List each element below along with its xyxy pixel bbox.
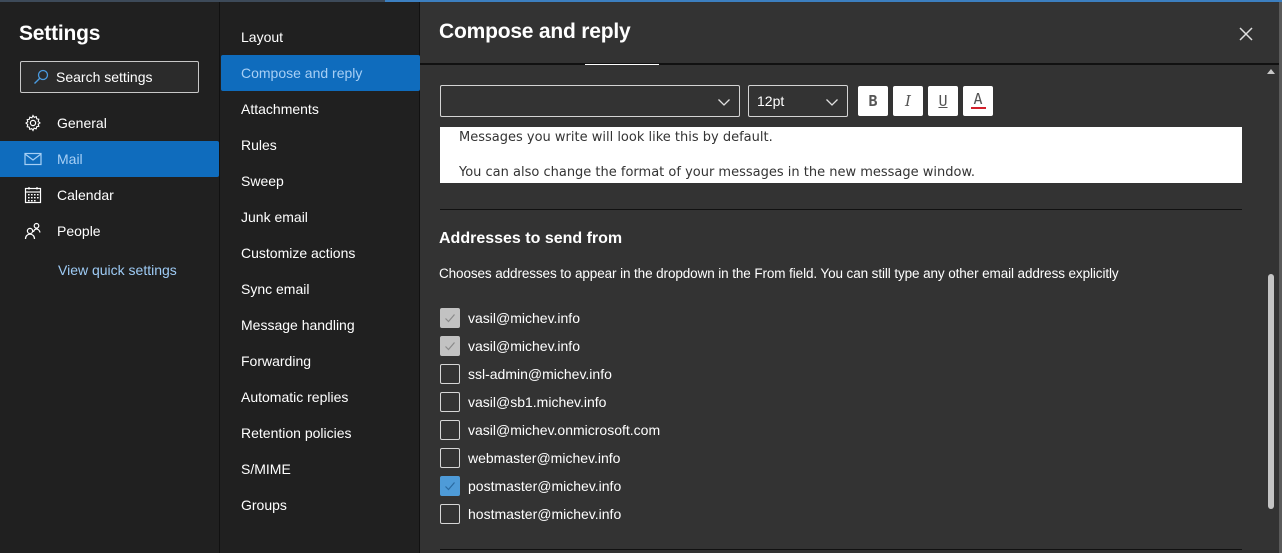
page-title: Compose and reply (439, 20, 631, 43)
subnav-item-smime[interactable]: S/MIME (221, 451, 420, 487)
checkbox[interactable] (440, 308, 460, 328)
section-divider (440, 209, 1242, 210)
address-checkbox-row[interactable]: postmaster@michev.info (440, 475, 621, 497)
underline-button[interactable]: U (928, 86, 958, 116)
address-checkbox-row[interactable]: ssl-admin@michev.info (440, 363, 612, 385)
nav-item-mail[interactable]: Mail (0, 141, 219, 177)
checkbox[interactable] (440, 504, 460, 524)
format-preview: Messages you write will look like this b… (440, 127, 1242, 183)
address-label: vasil@sb1.michev.info (468, 394, 607, 410)
address-checkbox-row[interactable]: vasil@michev.info (440, 335, 580, 357)
font-color-swatch (970, 107, 986, 109)
nav-item-label: Mail (57, 151, 83, 167)
mail-settings-nav: Layout Compose and reply Attachments Rul… (219, 2, 420, 553)
checkmark-icon (445, 314, 455, 323)
view-quick-settings-link[interactable]: View quick settings (58, 262, 177, 278)
address-label: ssl-admin@michev.info (468, 366, 612, 382)
checkbox[interactable] (440, 336, 460, 356)
address-label: vasil@michev.info (468, 310, 580, 326)
addresses-section-title: Addresses to send from (439, 230, 623, 247)
nav-item-label: People (57, 223, 101, 239)
addresses-section-description: Chooses addresses to appear in the dropd… (439, 266, 1119, 281)
address-checkbox-row[interactable]: vasil@michev.onmicrosoft.com (440, 419, 660, 441)
nav-item-people[interactable]: People (0, 213, 219, 249)
preview-line-1: Messages you write will look like this b… (459, 130, 773, 145)
address-checkbox-row[interactable]: webmaster@michev.info (440, 447, 620, 469)
font-family-dropdown[interactable] (440, 85, 740, 117)
subnav-item-message-handling[interactable]: Message handling (221, 307, 420, 343)
scrolled-element-edge (585, 64, 659, 65)
calendar-icon (24, 186, 42, 204)
checkbox[interactable] (440, 392, 460, 412)
chevron-down-icon (826, 99, 838, 106)
search-settings-input[interactable]: Search settings (20, 61, 199, 93)
subnav-item-sweep[interactable]: Sweep (221, 163, 420, 199)
subnav-item-layout[interactable]: Layout (221, 19, 420, 55)
checkmark-icon (445, 342, 455, 351)
compose-reply-pane: Compose and reply 12pt B I U A Messages … (420, 2, 1282, 553)
address-label: webmaster@michev.info (468, 450, 621, 466)
underline-icon: U (938, 92, 948, 110)
address-label: vasil@michev.info (468, 338, 580, 354)
checkbox[interactable] (440, 364, 460, 384)
scrollbar-thumb[interactable] (1268, 274, 1274, 509)
italic-button[interactable]: I (893, 86, 923, 116)
subnav-item-customize-actions[interactable]: Customize actions (221, 235, 420, 271)
subnav-item-groups[interactable]: Groups (221, 487, 420, 523)
nav-item-label: General (57, 115, 107, 131)
scroll-up-arrow-icon[interactable] (1267, 69, 1275, 74)
search-icon (34, 69, 49, 84)
checkbox[interactable] (440, 476, 460, 496)
address-checkbox-row[interactable]: vasil@sb1.michev.info (440, 391, 606, 413)
nav-item-general[interactable]: General (0, 105, 219, 141)
address-label: postmaster@michev.info (468, 478, 622, 494)
address-checkbox-row[interactable]: hostmaster@michev.info (440, 503, 621, 525)
font-size-value: 12pt (757, 93, 785, 109)
checkbox[interactable] (440, 420, 460, 440)
gear-icon (24, 114, 42, 132)
header-divider (420, 63, 1282, 65)
font-size-dropdown[interactable]: 12pt (748, 85, 848, 117)
subnav-item-forwarding[interactable]: Forwarding (221, 343, 420, 379)
settings-nav: Settings Search settings General Mail Ca… (0, 2, 219, 553)
address-label: hostmaster@michev.info (468, 506, 622, 522)
nav-item-label: Calendar (57, 187, 114, 203)
subnav-item-rules[interactable]: Rules (221, 127, 420, 163)
bold-icon: B (868, 92, 878, 110)
subnav-item-sync-email[interactable]: Sync email (221, 271, 420, 307)
mail-icon (24, 150, 42, 168)
subnav-item-automatic-replies[interactable]: Automatic replies (221, 379, 420, 415)
search-placeholder: Search settings (56, 69, 153, 85)
subnav-item-retention-policies[interactable]: Retention policies (221, 415, 420, 451)
italic-icon: I (905, 92, 911, 110)
address-label: vasil@michev.onmicrosoft.com (468, 422, 661, 438)
settings-title: Settings (19, 22, 101, 45)
font-color-button[interactable]: A (963, 86, 993, 116)
people-icon (24, 222, 42, 240)
bold-button[interactable]: B (858, 86, 888, 116)
subnav-item-compose-and-reply[interactable]: Compose and reply (221, 55, 420, 91)
font-color-icon: A (973, 90, 983, 108)
close-icon (1239, 27, 1253, 41)
checkbox[interactable] (440, 448, 460, 468)
chevron-down-icon (718, 99, 730, 106)
section-divider (440, 549, 1242, 550)
nav-item-calendar[interactable]: Calendar (0, 177, 219, 213)
subnav-item-junk-email[interactable]: Junk email (221, 199, 420, 235)
close-button[interactable] (1232, 20, 1260, 48)
subnav-item-attachments[interactable]: Attachments (221, 91, 420, 127)
checkmark-icon (445, 482, 455, 491)
address-checkbox-row[interactable]: vasil@michev.info (440, 307, 580, 329)
preview-line-2: You can also change the format of your m… (459, 165, 976, 180)
